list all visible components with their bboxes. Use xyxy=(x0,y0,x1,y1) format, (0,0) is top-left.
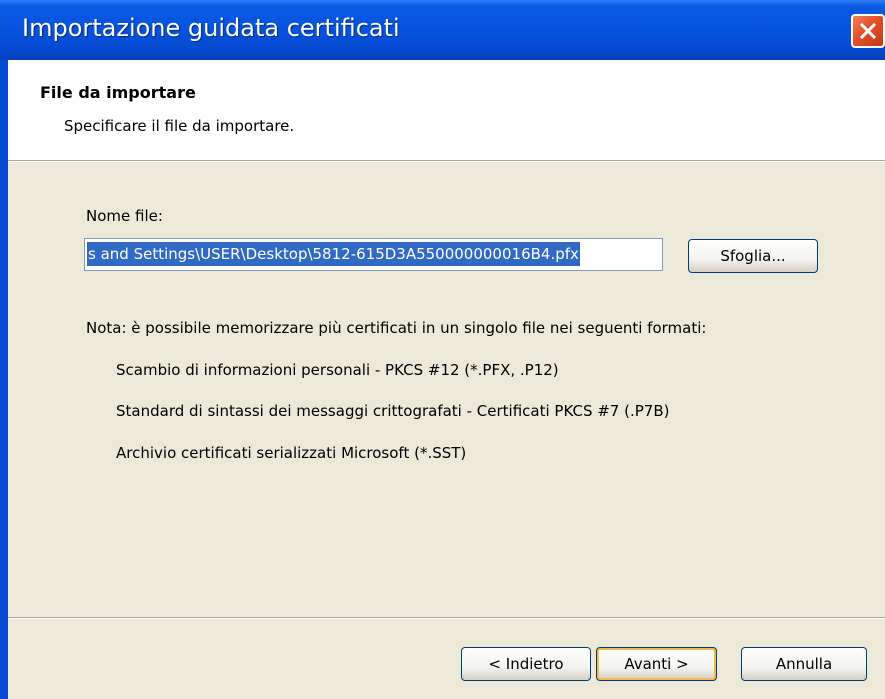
title-bar[interactable]: Importazione guidata certificati xyxy=(0,0,885,60)
format-item: Archivio certificati serializzati Micros… xyxy=(116,444,467,462)
footer-divider xyxy=(8,617,885,619)
page-title: File da importare xyxy=(40,83,196,102)
format-item: Scambio di informazioni personali - PKCS… xyxy=(116,361,559,379)
back-button[interactable]: < Indietro xyxy=(461,647,591,681)
file-name-value: s and Settings\USER\Desktop\5812-615D3A5… xyxy=(87,242,580,266)
close-button[interactable] xyxy=(851,14,885,48)
format-item: Standard di sintassi dei messaggi critto… xyxy=(116,402,670,420)
file-name-input[interactable]: s and Settings\USER\Desktop\5812-615D3A5… xyxy=(84,238,663,271)
note-text: Nota: è possibile memorizzare più certif… xyxy=(86,319,707,337)
file-name-label: Nome file: xyxy=(86,207,163,225)
next-button[interactable]: Avanti > xyxy=(596,647,717,681)
browse-button[interactable]: Sfoglia... xyxy=(688,239,818,273)
window-title: Importazione guidata certificati xyxy=(22,14,400,42)
cancel-button[interactable]: Annulla xyxy=(741,647,867,681)
wizard-header xyxy=(8,60,885,162)
page-subtitle: Specificare il file da importare. xyxy=(64,117,295,135)
close-icon xyxy=(859,22,877,40)
header-divider xyxy=(8,160,885,162)
